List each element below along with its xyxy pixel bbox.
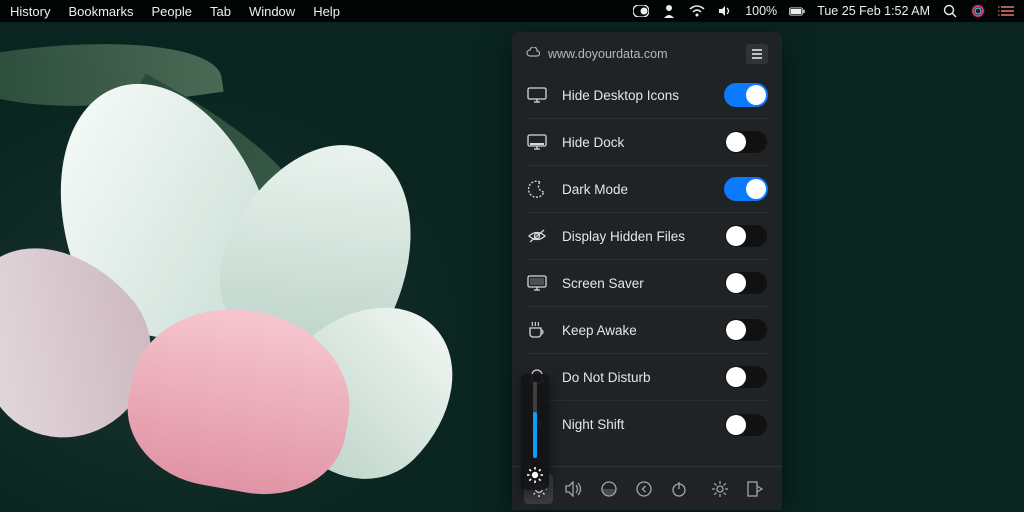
- menu-window[interactable]: Window: [249, 4, 295, 19]
- brightness-slider[interactable]: [521, 374, 549, 490]
- quick-menu-panel: www.doyourdata.com Hide Desktop Icons Hi…: [512, 32, 782, 510]
- wifi-icon[interactable]: [689, 3, 705, 19]
- menu-history[interactable]: History: [10, 4, 50, 19]
- brightness-track[interactable]: [533, 382, 537, 458]
- siri-icon[interactable]: [970, 3, 986, 19]
- row-label: Do Not Disturb: [562, 370, 651, 385]
- menu-bookmarks[interactable]: Bookmarks: [68, 4, 133, 19]
- toggle-list: Hide Desktop Icons Hide Dock Dark Mode D…: [512, 72, 782, 466]
- search-icon[interactable]: [942, 3, 958, 19]
- screensaver-icon: [526, 272, 548, 294]
- menubar-app-icon[interactable]: [633, 3, 649, 19]
- desktop-icon: [526, 84, 548, 106]
- toggle-night-shift[interactable]: [724, 413, 768, 437]
- row-night-shift: Night Shift: [526, 401, 768, 448]
- footer-disk-button[interactable]: [594, 474, 623, 504]
- row-label: Hide Dock: [562, 135, 624, 150]
- coffee-icon: [526, 319, 548, 341]
- moon-icon: [526, 178, 548, 200]
- volume-icon[interactable]: [717, 3, 733, 19]
- row-label: Dark Mode: [562, 182, 628, 197]
- footer-back-button[interactable]: [629, 474, 658, 504]
- menubar-list-icon[interactable]: [998, 3, 1014, 19]
- menu-people[interactable]: People: [151, 4, 191, 19]
- menu-bar: History Bookmarks People Tab Window Help…: [0, 0, 1024, 22]
- panel-title: www.doyourdata.com: [548, 47, 668, 61]
- row-label: Keep Awake: [562, 323, 637, 338]
- footer-settings-button[interactable]: [706, 474, 735, 504]
- row-label: Display Hidden Files: [562, 229, 685, 244]
- menu-help[interactable]: Help: [313, 4, 340, 19]
- row-do-not-disturb: Do Not Disturb: [526, 354, 768, 401]
- toggle-do-not-disturb[interactable]: [724, 365, 768, 389]
- panel-footer: [512, 466, 782, 510]
- row-display-hidden-files: Display Hidden Files: [526, 213, 768, 260]
- footer-power-button[interactable]: [665, 474, 694, 504]
- menubar-user-icon[interactable]: [661, 3, 677, 19]
- row-screen-saver: Screen Saver: [526, 260, 768, 307]
- footer-exit-button[interactable]: [741, 474, 770, 504]
- row-label: Night Shift: [562, 417, 624, 432]
- brightness-fill: [533, 412, 537, 458]
- row-label: Hide Desktop Icons: [562, 88, 679, 103]
- toggle-hide-desktop-icons[interactable]: [724, 83, 768, 107]
- row-hide-dock: Hide Dock: [526, 119, 768, 166]
- row-hide-desktop-icons: Hide Desktop Icons: [526, 72, 768, 119]
- menu-tab[interactable]: Tab: [210, 4, 231, 19]
- panel-menu-button[interactable]: [746, 44, 768, 64]
- toggle-screen-saver[interactable]: [724, 271, 768, 295]
- footer-volume-button[interactable]: [559, 474, 588, 504]
- toggle-dark-mode[interactable]: [724, 177, 768, 201]
- toggle-display-hidden-files[interactable]: [724, 224, 768, 248]
- row-label: Screen Saver: [562, 276, 644, 291]
- row-dark-mode: Dark Mode: [526, 166, 768, 213]
- battery-icon[interactable]: [789, 3, 805, 19]
- eye-off-icon: [526, 225, 548, 247]
- battery-percent: 100%: [745, 4, 777, 18]
- toggle-keep-awake[interactable]: [724, 318, 768, 342]
- toggle-hide-dock[interactable]: [724, 130, 768, 154]
- dock-icon: [526, 131, 548, 153]
- cloud-icon: [526, 47, 540, 61]
- menubar-datetime[interactable]: Tue 25 Feb 1:52 AM: [817, 4, 930, 18]
- brightness-icon: [526, 466, 544, 484]
- row-keep-awake: Keep Awake: [526, 307, 768, 354]
